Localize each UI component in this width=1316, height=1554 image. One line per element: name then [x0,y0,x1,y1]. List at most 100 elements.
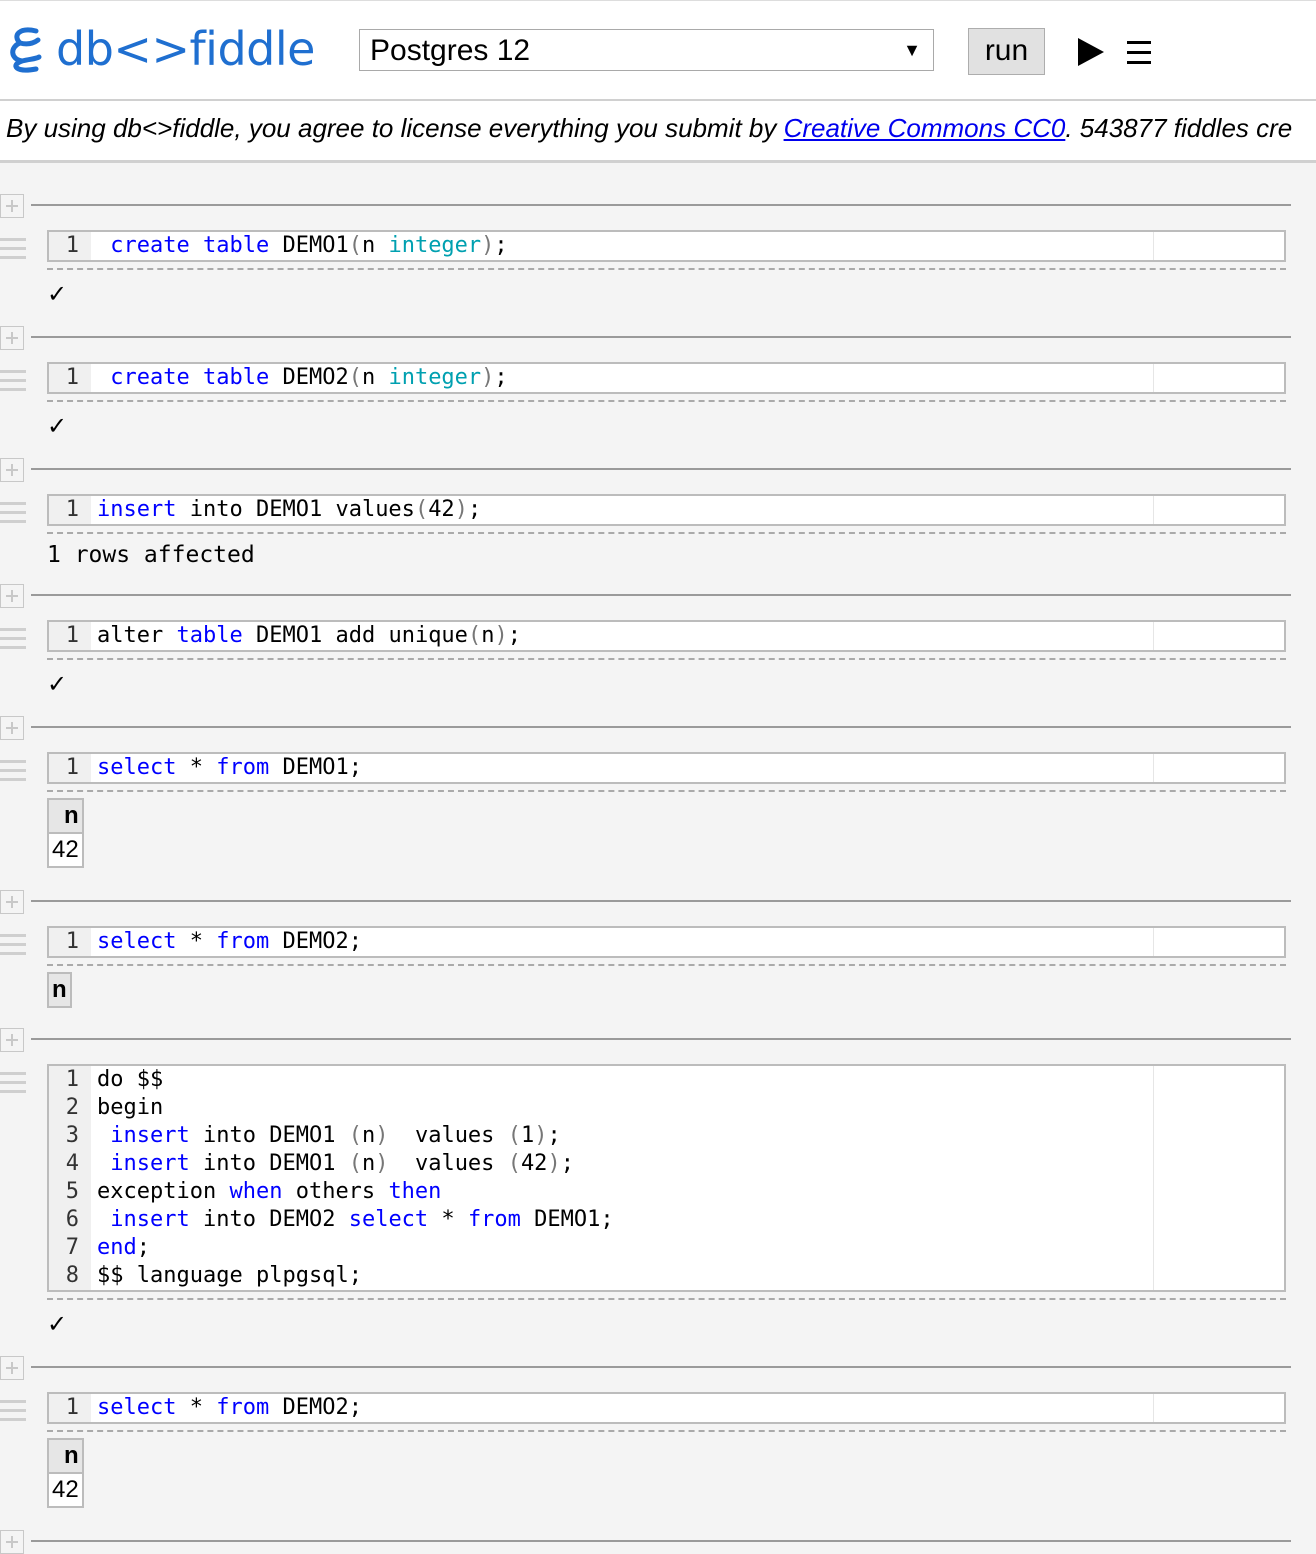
menu-icon[interactable] [1127,41,1151,65]
sql-editor[interactable]: 1 insert into DEMO1 values(42); [47,494,1286,526]
editor-margin-line [1153,622,1154,650]
result-divider [47,532,1286,534]
editor-margin-line [1153,1066,1154,1290]
editor-margin-line [1153,232,1154,260]
sql-editor[interactable]: 1 select * from DEMO2; [47,1392,1286,1424]
sql-editor[interactable]: 1 create table DEMO2(n integer); [47,362,1286,394]
result-table: n 42 [47,798,84,868]
drag-handle-icon[interactable] [0,1400,26,1424]
line-number: 1 [65,755,79,780]
insert-block-plus-icon[interactable] [0,1356,24,1380]
code-text: select * from DEMO2; [97,1395,362,1420]
line-number: 1 [65,497,79,522]
database-select[interactable]: Postgres 12 ▼ [359,29,934,71]
rows-affected-text: 1 rows affected [47,542,255,568]
line-number: 1 [65,1395,79,1420]
code-text: select * from DEMO2; [97,929,362,954]
insert-block-plus-icon[interactable] [0,1530,24,1554]
line-number: 5 [65,1179,79,1204]
sql-editor[interactable]: 1 alter table DEMO1 add unique(n); [47,620,1286,652]
success-check-icon: ✓ [47,280,68,308]
dropdown-arrow-icon: ▼ [903,40,921,60]
editor-margin-line [1153,364,1154,392]
code-text: insert into DEMO1 (n) values (42); [110,1151,574,1176]
block-separator [31,204,1291,206]
notice-prefix: By using db<>fiddle, you agree to licens… [6,113,784,143]
line-number: 1 [65,623,79,648]
code-text: end; [97,1235,150,1260]
insert-block-plus-icon[interactable] [0,326,24,350]
insert-block-plus-icon[interactable] [0,716,24,740]
play-icon[interactable] [1078,38,1104,66]
logo[interactable]: db<>fiddle [6,21,315,77]
drag-handle-icon[interactable] [0,502,26,526]
success-check-icon: ✓ [47,412,68,440]
code-text: create table DEMO1(n integer); [110,233,508,258]
insert-block-plus-icon[interactable] [0,194,24,218]
block-separator [31,336,1291,338]
insert-block-plus-icon[interactable] [0,1028,24,1052]
editor-margin-line [1153,928,1154,956]
logo-text: db<>fiddle [56,22,315,76]
drag-handle-icon[interactable] [0,238,26,262]
result-divider [47,400,1286,402]
code-text: insert into DEMO2 select * from DEMO1; [110,1207,614,1232]
sql-editor[interactable]: 1 do $$ 2 begin 3 insert into DEMO1 (n) valu… [47,1064,1286,1292]
column-header: n [47,798,84,834]
top-bar: db<>fiddle Postgres 12 ▼ run [0,0,1316,102]
block-separator [31,594,1291,596]
sql-editor[interactable]: 1 select * from DEMO1; [47,752,1286,784]
line-number: 2 [65,1095,79,1120]
result-table: n [47,972,72,1008]
code-text: $$ language plpgsql; [97,1263,362,1288]
editor-margin-line [1153,754,1154,782]
drag-handle-icon[interactable] [0,628,26,652]
code-text: insert into DEMO1 (n) values (1); [110,1123,561,1148]
success-check-icon: ✓ [47,1310,68,1338]
line-number: 1 [65,929,79,954]
code-text: begin [97,1095,164,1120]
code-text: alter table DEMO1 add unique(n); [97,623,521,648]
drag-handle-icon[interactable] [0,934,26,958]
code-text: select * from DEMO1; [97,755,362,780]
column-header: n [47,972,72,1008]
line-number: 7 [65,1235,79,1260]
block-separator [31,468,1291,470]
line-number: 4 [65,1151,79,1176]
result-divider [47,1298,1286,1300]
line-number: 1 [65,365,79,390]
line-number: 3 [65,1123,79,1148]
result-table: n 42 [47,1438,84,1508]
insert-block-plus-icon[interactable] [0,584,24,608]
table-cell: 42 [47,1472,84,1508]
block-separator [31,1366,1291,1368]
drag-handle-icon[interactable] [0,1072,26,1096]
table-cell: 42 [47,832,84,868]
code-text: insert into DEMO1 values(42); [97,497,482,522]
editor-margin-line [1153,496,1154,524]
logo-icon [10,27,42,73]
database-select-value: Postgres 12 [370,34,531,67]
insert-block-plus-icon[interactable] [0,458,24,482]
editor-margin-line [1153,1394,1154,1422]
code-text: do $$ [97,1067,164,1092]
block-separator [31,726,1291,728]
code-text: create table DEMO2(n integer); [110,365,508,390]
result-divider [47,268,1286,270]
notice-suffix: . 543877 fiddles cre [1065,113,1293,143]
line-number: 1 [65,1067,79,1092]
sql-editor[interactable]: 1 create table DEMO1(n integer); [47,230,1286,262]
license-notice: By using db<>fiddle, you agree to licens… [0,101,1316,163]
result-divider [47,964,1286,966]
column-header: n [47,1438,84,1474]
drag-handle-icon[interactable] [0,370,26,394]
result-divider [47,658,1286,660]
line-number: 1 [65,233,79,258]
insert-block-plus-icon[interactable] [0,890,24,914]
sql-editor[interactable]: 1 select * from DEMO2; [47,926,1286,958]
drag-handle-icon[interactable] [0,760,26,784]
result-divider [47,1430,1286,1432]
run-button[interactable]: run [968,28,1045,75]
code-text: exception when others then [97,1179,442,1204]
cc0-link[interactable]: Creative Commons CC0 [784,113,1066,143]
